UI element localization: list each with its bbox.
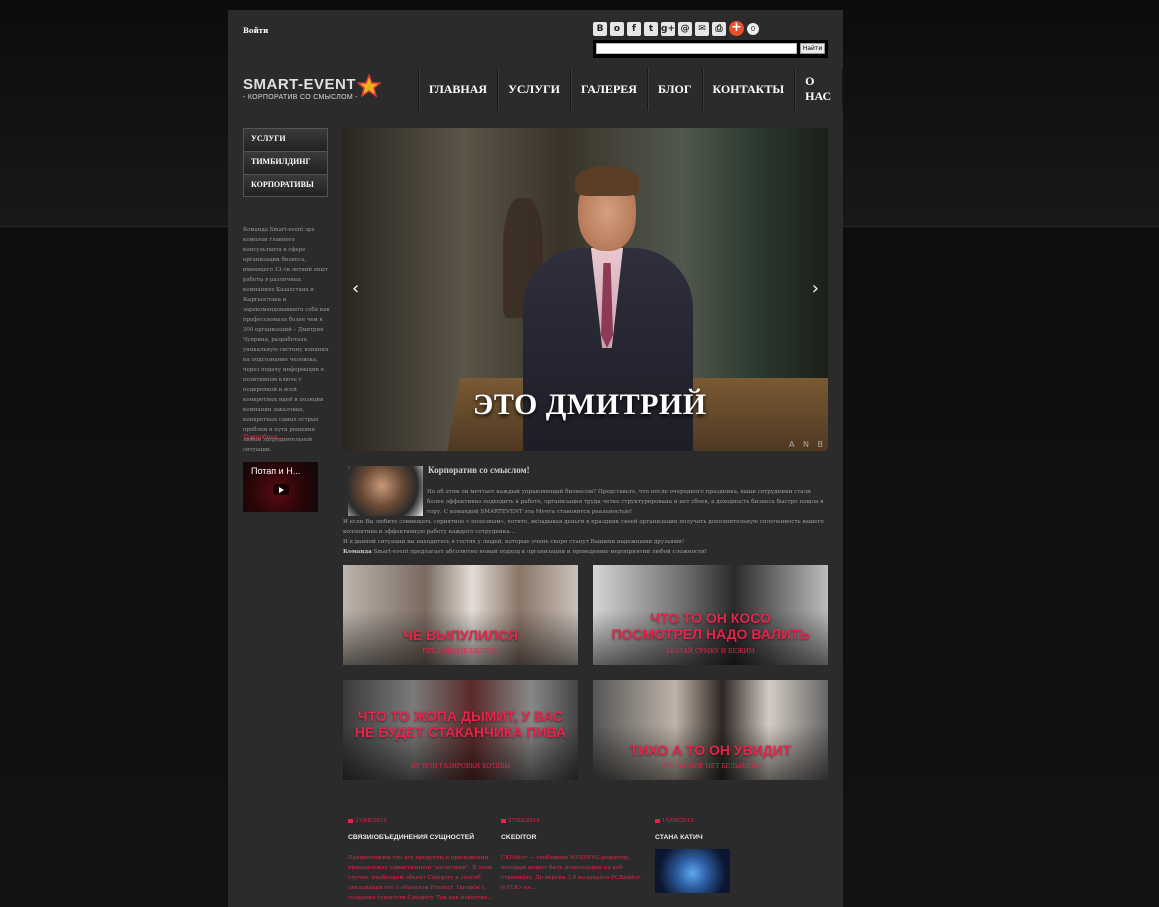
nav-item-contacts[interactable]: КОНТАКТЫ — [701, 68, 795, 110]
article-paragraph: Команда Smart-event предлагает абсолютно… — [343, 547, 828, 557]
news-date: 27/08/2015 — [348, 818, 498, 824]
nav-item-about[interactable]: О НАС — [794, 68, 843, 110]
news-excerpt[interactable]: CKEditor — свободный WYSIWYG-редактор, к… — [501, 853, 646, 893]
promo-tile[interactable]: ЧЕ ВЫПУЛИЛСЯ ПРЕДЬЯВИТЕ БИЛЕТЫ — [343, 565, 578, 665]
slide-caption: ЭТО ДМИТРИЙ — [473, 388, 707, 421]
nav-item-gallery[interactable]: ГАЛЕРЕЯ — [570, 68, 647, 110]
news-item: 27/08/2015 CKEDITOR CKEditor — свободный… — [501, 818, 651, 893]
googleplus-icon[interactable]: g+ — [661, 21, 675, 36]
star-icon — [357, 74, 381, 98]
news-title[interactable]: CKEDITOR — [501, 834, 651, 841]
article-paragraph: И если Вы любите совмещать «приятное с п… — [343, 519, 824, 535]
tile-title: ЧЕ ВЫПУЛИЛСЯ — [402, 627, 518, 643]
mailru-icon[interactable]: @ — [678, 21, 692, 36]
article-paragraph: И в данной ситуации вы находитесь в гост… — [343, 539, 685, 545]
news-date: 27/08/2015 — [501, 818, 651, 824]
side-menu-item-teambuilding[interactable]: ТИМБИЛДИНГ — [243, 151, 328, 174]
news-title[interactable]: СВЯЗИ/ОБЪЕДИНЕНИЯ СУЩНОСТЕЙ — [348, 834, 498, 841]
article-image — [348, 466, 423, 516]
login-link[interactable]: Войти — [243, 26, 268, 35]
promo-tile[interactable]: ЧТО ТО ЖОПА ДЫМИТ, У ВАС НЕ БУДЕТ СТАКАН… — [343, 680, 578, 780]
video-title: Потап и Н... — [251, 466, 301, 476]
search-input[interactable] — [596, 43, 798, 54]
search-form: Найти — [593, 40, 828, 58]
article-intro: Не об этом ли мечтает каждый управляющий… — [427, 489, 824, 515]
side-menu-item-services[interactable]: УСЛУГИ — [243, 128, 328, 151]
promo-tile[interactable]: ТИХО А ТО ОН УВИДИТ ЧТО НА МНЕ НЕТ БЕЛЬИ… — [593, 680, 828, 780]
logo-tagline: - КОРПОРАТИВ СО СМЫСЛОМ - — [243, 94, 358, 101]
news-item: 27/08/2015 СВЯЗИ/ОБЪЕДИНЕНИЯ СУЩНОСТЕЙ П… — [348, 818, 498, 903]
twitter-icon[interactable]: t — [644, 21, 658, 36]
odnoklassniki-icon[interactable]: о — [610, 21, 624, 36]
tile-subtitle: ЧТО НА МНЕ НЕТ БЕЛЬИШКА — [660, 763, 761, 770]
tile-subtitle: ПРЕДЬЯВИТЕ БИЛЕТЫ — [422, 648, 499, 655]
email-icon[interactable]: ✉ — [695, 21, 709, 36]
facebook-icon[interactable]: f — [627, 21, 641, 36]
article-title: Корпоратив со смыслом! — [428, 465, 530, 475]
side-menu-item-corporate[interactable]: КОРПОРАТИВЫ — [243, 174, 328, 197]
video-thumbnail[interactable]: Потап и Н... — [243, 462, 318, 512]
news-item: 15/08/2015 СТАНА КАТИЧ — [655, 818, 805, 893]
news-title[interactable]: СТАНА КАТИЧ — [655, 834, 805, 841]
slider-next-icon[interactable]: › — [812, 278, 819, 299]
article-body: И если Вы любите совмещать «приятное с п… — [343, 517, 828, 557]
page-container: Войти В о f t g+ @ ✉ ⎙ + 0 Найти SMART-E… — [228, 10, 843, 907]
nav-item-services[interactable]: УСЛУГИ — [497, 68, 570, 110]
hero-slider: ЭТО ДМИТРИЙ ‹ › A N B — [343, 128, 828, 451]
nav-item-home[interactable]: ГЛАВНАЯ — [418, 68, 497, 110]
read-more-link[interactable]: Подробнее... — [243, 434, 283, 441]
slider-prev-icon[interactable]: ‹ — [352, 278, 359, 299]
play-icon[interactable] — [273, 484, 289, 495]
tile-subtitle: ХВАТАЙ СУМКУ И БЕЖИМ — [666, 648, 755, 655]
vk-icon[interactable]: В — [593, 21, 607, 36]
side-menu: УСЛУГИ ТИМБИЛДИНГ КОРПОРАТИВЫ — [243, 128, 328, 197]
article-paragraph-rest: Smart-event предлагает абсолютно новый п… — [371, 549, 708, 555]
news-image[interactable] — [655, 849, 730, 893]
news-date: 15/08/2015 — [655, 818, 805, 824]
logo[interactable]: SMART-EVENT - КОРПОРАТИВ СО СМЫСЛОМ - — [243, 74, 381, 101]
search-button[interactable]: Найти — [800, 43, 825, 54]
news-excerpt[interactable]: Предположим что все продукты в приложени… — [348, 853, 493, 903]
share-count: 0 — [747, 22, 759, 35]
article-bold: Команда — [343, 549, 372, 555]
slide-watermark: A N B — [788, 440, 826, 449]
tile-subtitle: НУ ИЛИ ГАЗИРОВКИ ХОТЯБЫ — [410, 763, 511, 770]
slide-person-hair — [575, 166, 639, 196]
main-nav: ГЛАВНАЯ УСЛУГИ ГАЛЕРЕЯ БЛОГ КОНТАКТЫ О Н… — [418, 68, 843, 110]
plus-icon[interactable]: + — [729, 21, 744, 36]
print-icon[interactable]: ⎙ — [712, 21, 726, 36]
promo-tile[interactable]: ЧТО ТО ОН КОСО ПОСМОТРЕЛ НАДО ВАЛИТЬ ХВА… — [593, 565, 828, 665]
tile-title: ТИХО А ТО ОН УВИДИТ — [629, 742, 792, 758]
share-bar: В о f t g+ @ ✉ ⎙ + 0 — [593, 21, 759, 36]
nav-item-blog[interactable]: БЛОГ — [646, 68, 702, 110]
tile-title: ЧТО ТО ОН КОСО ПОСМОТРЕЛ НАДО ВАЛИТЬ — [611, 610, 810, 642]
logo-name: SMART-EVENT — [243, 76, 357, 93]
sidebar-about-text: Команда Smart-event эрх комплан главного… — [243, 227, 330, 453]
tile-title: ЧТО ТО ЖОПА ДЫМИТ, У ВАС НЕ БУДЕТ СТАКАН… — [354, 708, 567, 740]
